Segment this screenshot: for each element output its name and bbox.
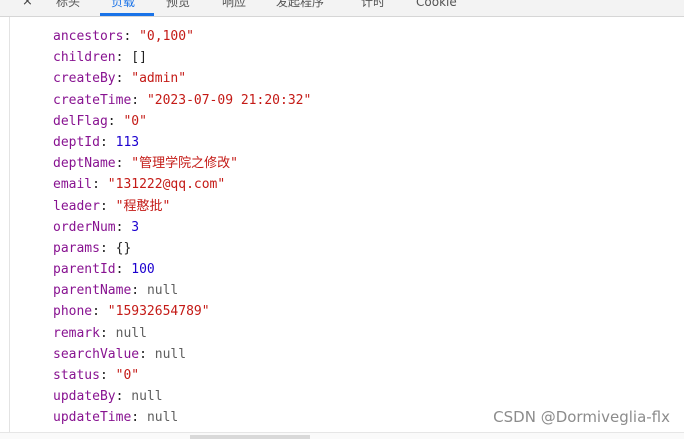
property-row-remark[interactable]: remark: null (53, 323, 311, 344)
devtools-tab-strip: × 标头 负载 预览 响应 发起程序 计时 Cookie (0, 0, 684, 17)
active-tab-indicator (100, 13, 154, 16)
property-separator: : (99, 198, 116, 214)
watermark: CSDN @Dormiveglia-flx (493, 408, 670, 426)
property-separator: : (115, 219, 132, 235)
tree-indent-guide (9, 17, 10, 439)
property-value: "管理学院之修改" (131, 156, 238, 172)
property-key: delFlag (53, 113, 108, 129)
property-key: status (53, 368, 100, 383)
property-row-parentId[interactable]: parentId: 100 (53, 259, 311, 280)
property-value: "0" (123, 113, 147, 129)
property-value: 113 (115, 134, 140, 150)
property-separator: : (123, 29, 140, 44)
tab-timing[interactable]: 计时 (361, 0, 385, 12)
property-value: "admin" (131, 71, 187, 87)
response-object-tree: ancestors: "0,100" children: [] createBy: … (53, 26, 311, 429)
property-key: parentName (53, 283, 132, 299)
property-value: "131222@qq.com" (107, 177, 226, 193)
property-row-searchValue[interactable]: searchValue: null (53, 344, 311, 365)
property-value: null (131, 389, 163, 405)
property-row-createTime[interactable]: createTime: "2023-07-09 21:20:32" (53, 90, 311, 111)
property-key: children (53, 50, 116, 66)
property-separator: : (131, 283, 147, 299)
property-separator: : (99, 134, 116, 150)
property-key: deptId (53, 134, 100, 150)
property-value: "15932654789" (107, 304, 210, 320)
property-row-delFlag[interactable]: delFlag: "0" (53, 111, 311, 132)
property-value: "0" (115, 368, 140, 383)
tab-response[interactable]: 响应 (222, 0, 246, 12)
property-row-parentName[interactable]: parentName: null (53, 280, 311, 301)
tab-initiator[interactable]: 发起程序 (276, 0, 324, 12)
property-value: null (146, 410, 179, 426)
scrollbar-thumb[interactable] (190, 435, 310, 439)
property-value: 3 (131, 219, 140, 235)
property-separator: : (115, 389, 132, 405)
property-value: "程憨批" (115, 198, 171, 214)
property-separator: : (131, 410, 147, 426)
property-key: phone (53, 304, 93, 320)
property-value: "0,100" (139, 29, 194, 44)
property-row-ancestors[interactable]: ancestors: "0,100" (53, 26, 311, 47)
tab-payload[interactable]: 负载 (111, 0, 135, 12)
tab-cookies[interactable]: Cookie (416, 0, 457, 12)
devtools-response-panel: × 标头 负载 预览 响应 发起程序 计时 Cookie ancestors: … (0, 0, 684, 439)
property-key: updateTime (53, 410, 132, 426)
property-row-email[interactable]: email: "131222@qq.com" (53, 174, 311, 195)
property-separator: : (99, 240, 116, 256)
property-row-phone[interactable]: phone: "15932654789" (53, 301, 311, 322)
property-separator: : (115, 71, 132, 87)
property-value: "2023-07-09 21:20:32" (146, 92, 312, 108)
property-value: null (115, 325, 147, 341)
tab-preview[interactable]: 预览 (166, 0, 190, 12)
property-key: remark (53, 325, 100, 341)
property-row-deptName[interactable]: deptName: "管理学院之修改" (53, 153, 311, 174)
property-value: null (146, 283, 179, 299)
property-row-children[interactable]: children: [] (53, 47, 311, 68)
property-separator: : (115, 262, 132, 278)
property-row-orderNum[interactable]: orderNum: 3 (53, 217, 311, 238)
property-key: params (53, 240, 100, 256)
property-row-createBy[interactable]: createBy: "admin" (53, 68, 311, 89)
close-icon[interactable]: × (22, 0, 33, 9)
property-key: searchValue (53, 346, 140, 362)
property-value: null (154, 346, 187, 362)
property-separator: : (107, 113, 124, 129)
property-row-updateBy[interactable]: updateBy: null (53, 386, 311, 407)
property-separator: : (92, 304, 108, 320)
property-row-leader[interactable]: leader: "程憨批" (53, 196, 311, 217)
property-key: leader (53, 198, 100, 214)
property-value: {} (115, 240, 132, 256)
horizontal-scrollbar[interactable] (0, 432, 684, 439)
property-row-status[interactable]: status: "0" (53, 365, 311, 386)
property-key: updateBy (53, 389, 116, 405)
property-key: createTime (53, 92, 132, 108)
property-row-deptId[interactable]: deptId: 113 (53, 132, 311, 153)
property-value: 100 (131, 262, 155, 278)
property-value: [] (131, 50, 147, 66)
property-row-updateTime[interactable]: updateTime: null (53, 407, 311, 428)
property-separator: : (92, 177, 108, 193)
property-key: orderNum (53, 219, 116, 235)
property-separator: : (115, 50, 132, 66)
property-key: email (53, 177, 93, 193)
property-row-params[interactable]: params: {} (53, 238, 311, 259)
property-key: parentId (53, 262, 116, 278)
property-key: deptName (53, 156, 116, 172)
property-separator: : (99, 325, 116, 341)
property-key: createBy (53, 71, 116, 87)
tab-headers[interactable]: 标头 (56, 0, 80, 12)
property-separator: : (115, 156, 132, 172)
property-separator: : (131, 92, 147, 108)
property-separator: : (99, 368, 116, 383)
property-separator: : (139, 346, 155, 362)
property-key: ancestors (53, 29, 124, 44)
